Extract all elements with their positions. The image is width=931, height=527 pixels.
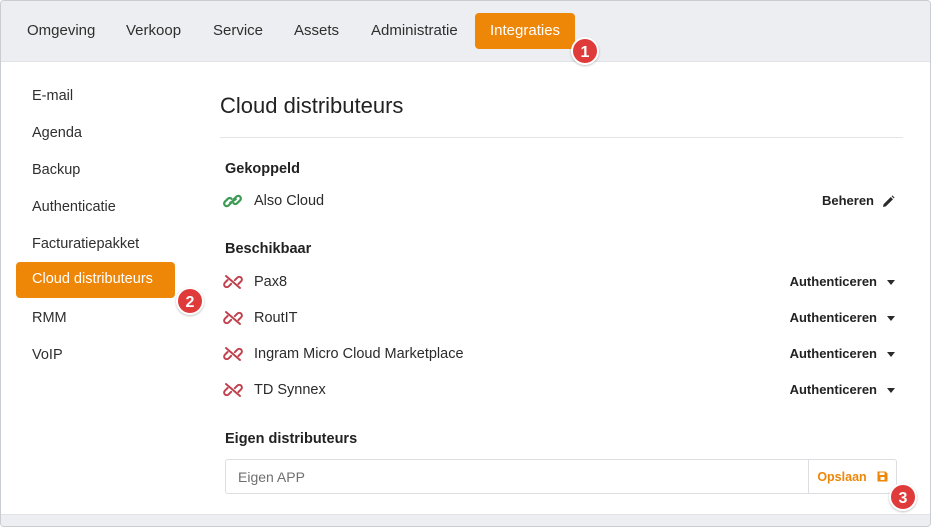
list-item-ingram-micro: Ingram Micro Cloud Marketplace Authentic… bbox=[223, 339, 895, 369]
title-divider bbox=[220, 137, 903, 138]
sidebar-item-backup[interactable]: Backup bbox=[16, 153, 175, 189]
app-window: Omgeving Verkoop Service Assets Administ… bbox=[0, 0, 931, 527]
page-title: Cloud distributeurs bbox=[220, 93, 404, 118]
tab-administratie[interactable]: Administratie bbox=[356, 13, 473, 49]
tab-integraties[interactable]: Integraties bbox=[475, 13, 576, 49]
authenticate-label: Authenticeren bbox=[789, 310, 877, 325]
manage-label: Beheren bbox=[821, 193, 874, 208]
save-label: Opslaan bbox=[817, 469, 867, 484]
list-item-td-synnex: TD Synnex Authenticeren bbox=[223, 375, 895, 405]
callout-badge-1: 1 bbox=[571, 37, 599, 65]
list-item-also-cloud: Also Cloud Beheren bbox=[223, 186, 895, 216]
caret-down-icon bbox=[887, 279, 895, 285]
distributor-name: TD Synnex bbox=[254, 382, 326, 398]
unlink-icon bbox=[223, 347, 243, 361]
bottom-bar bbox=[1, 514, 930, 526]
manage-button[interactable]: Beheren bbox=[822, 190, 895, 212]
caret-down-icon bbox=[887, 387, 895, 393]
tab-verkoop[interactable]: Verkoop bbox=[111, 13, 196, 49]
sidebar-item-authenticatie[interactable]: Authenticatie bbox=[16, 190, 175, 226]
sidebar-item-facturatiepakket[interactable]: Facturatiepakket bbox=[16, 227, 175, 263]
callout-badge-2: 2 bbox=[176, 287, 204, 315]
sidebar-item-e-mail[interactable]: E-mail bbox=[16, 79, 175, 115]
section-heading-available: Beschikbaar bbox=[225, 241, 312, 257]
tab-omgeving[interactable]: Omgeving bbox=[12, 13, 110, 49]
unlink-icon bbox=[223, 383, 243, 397]
sidebar-item-cloud-distributeurs[interactable]: Cloud distributeurs bbox=[16, 262, 175, 298]
authenticate-dropdown[interactable]: Authenticeren bbox=[790, 307, 895, 329]
link-icon bbox=[223, 194, 242, 208]
caret-down-icon bbox=[887, 351, 895, 357]
distributor-name: RoutIT bbox=[254, 310, 298, 326]
section-heading-own: Eigen distributeurs bbox=[225, 431, 358, 447]
authenticate-label: Authenticeren bbox=[789, 382, 877, 397]
top-navigation: Omgeving Verkoop Service Assets Administ… bbox=[1, 1, 930, 62]
unlink-icon bbox=[223, 275, 243, 289]
own-distributor-input[interactable] bbox=[226, 460, 808, 493]
section-heading-connected: Gekoppeld bbox=[225, 161, 300, 177]
list-item-pax8: Pax8 Authenticeren bbox=[223, 267, 895, 297]
sidebar-item-voip[interactable]: VoIP bbox=[16, 338, 175, 374]
callout-badge-3: 3 bbox=[889, 483, 917, 511]
sidebar-item-rmm[interactable]: RMM bbox=[16, 301, 175, 337]
caret-down-icon bbox=[887, 315, 895, 321]
authenticate-dropdown[interactable]: Authenticeren bbox=[790, 271, 895, 293]
unlink-icon bbox=[223, 311, 243, 325]
tab-assets[interactable]: Assets bbox=[279, 13, 354, 49]
authenticate-label: Authenticeren bbox=[789, 346, 877, 361]
sidebar-item-agenda[interactable]: Agenda bbox=[16, 116, 175, 152]
authenticate-dropdown[interactable]: Authenticeren bbox=[790, 343, 895, 365]
save-button[interactable]: Opslaan bbox=[808, 460, 896, 493]
distributor-name: Pax8 bbox=[254, 274, 288, 290]
tab-service[interactable]: Service bbox=[198, 13, 278, 49]
authenticate-dropdown[interactable]: Authenticeren bbox=[790, 379, 895, 401]
distributor-name: Also Cloud bbox=[254, 193, 325, 209]
pencil-icon bbox=[883, 194, 895, 207]
floppy-disk-icon bbox=[877, 471, 888, 482]
distributor-name: Ingram Micro Cloud Marketplace bbox=[254, 346, 464, 362]
list-item-routit: RoutIT Authenticeren bbox=[223, 303, 895, 333]
own-distributor-form: Opslaan bbox=[225, 459, 897, 494]
authenticate-label: Authenticeren bbox=[789, 274, 877, 289]
